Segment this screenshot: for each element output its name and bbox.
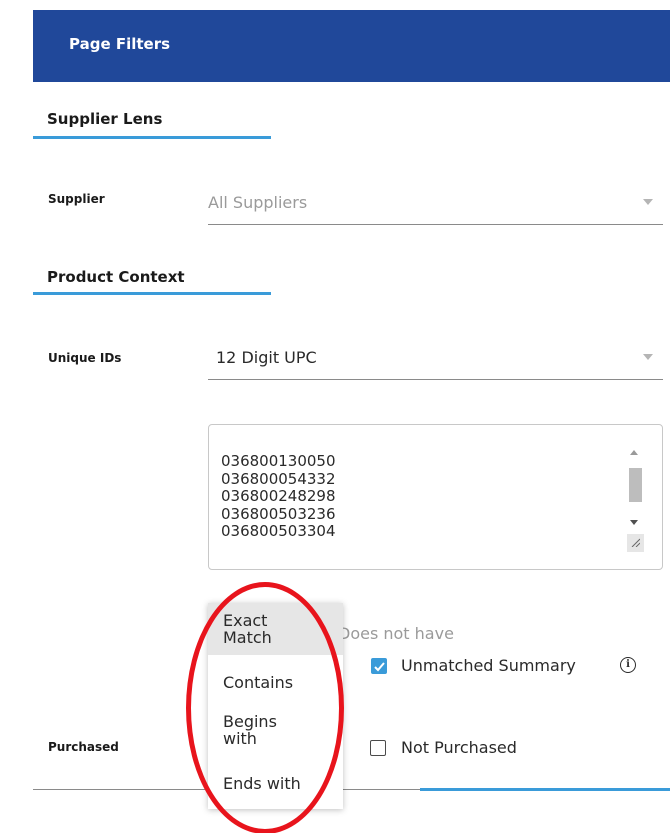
supplier-label: Supplier bbox=[48, 192, 105, 206]
unique-ids-select[interactable]: 12 Digit UPC bbox=[208, 340, 663, 380]
scrollbar-thumb[interactable] bbox=[629, 468, 642, 502]
chevron-down-icon bbox=[643, 199, 653, 205]
page-title: Page Filters bbox=[69, 35, 171, 53]
unique-ids-label: Unique IDs bbox=[48, 351, 122, 365]
page-filters-header: Page Filters bbox=[33, 10, 670, 82]
does-not-have-option[interactable]: Does not have bbox=[338, 624, 454, 643]
upc-code: 036800130050 bbox=[221, 452, 336, 470]
upc-codes-list: 036800130050 036800054332 036800248298 0… bbox=[221, 452, 336, 541]
section-underline bbox=[33, 292, 271, 295]
upc-code: 036800054332 bbox=[221, 469, 336, 488]
scroll-up-arrow-icon[interactable] bbox=[630, 450, 638, 455]
check-icon bbox=[374, 662, 385, 672]
not-purchased-checkbox[interactable] bbox=[370, 740, 386, 756]
supplier-select-value: All Suppliers bbox=[208, 193, 308, 212]
scroll-down-arrow-icon[interactable] bbox=[630, 520, 638, 525]
section-title-product-context: Product Context bbox=[47, 268, 185, 286]
menu-item-exact-match[interactable]: Exact Match bbox=[208, 603, 343, 655]
match-type-dropdown[interactable]: Exact Match Contains Begins with Ends wi… bbox=[208, 603, 343, 809]
supplier-select[interactable]: All Suppliers bbox=[208, 185, 663, 225]
unique-ids-select-value: 12 Digit UPC bbox=[216, 348, 317, 367]
upc-codes-textarea[interactable]: 036800130050 036800054332 036800248298 0… bbox=[208, 424, 663, 570]
purchased-label: Purchased bbox=[48, 740, 119, 754]
unmatched-summary-checkbox[interactable] bbox=[371, 658, 387, 674]
section-underline bbox=[33, 136, 271, 139]
not-purchased-label: Not Purchased bbox=[401, 738, 517, 757]
unmatched-summary-label: Unmatched Summary bbox=[401, 656, 576, 675]
upc-code: 036800503236 bbox=[221, 504, 336, 523]
menu-item-contains[interactable]: Contains bbox=[208, 666, 343, 700]
resize-grip-icon[interactable] bbox=[627, 534, 644, 552]
menu-item-ends-with[interactable]: Ends with bbox=[208, 766, 343, 800]
menu-item-begins-with[interactable]: Begins with bbox=[208, 708, 343, 754]
chevron-down-icon bbox=[643, 354, 653, 360]
section-title-supplier-lens: Supplier Lens bbox=[47, 110, 163, 128]
upc-code: 036800503304 bbox=[221, 522, 336, 540]
textarea-scrollbar[interactable] bbox=[626, 446, 644, 554]
upc-code: 036800248298 bbox=[221, 487, 336, 505]
info-icon[interactable]: i bbox=[620, 657, 636, 673]
accent-underline bbox=[420, 788, 670, 791]
